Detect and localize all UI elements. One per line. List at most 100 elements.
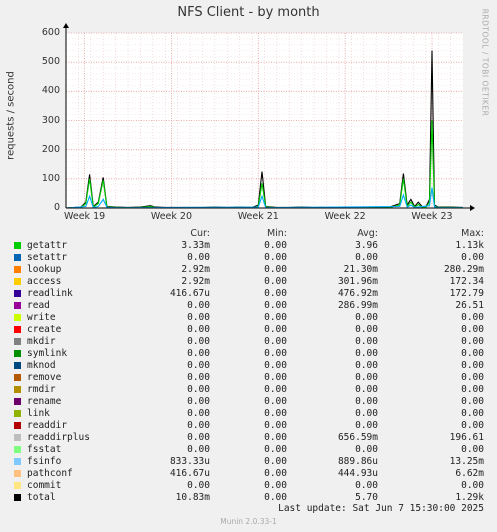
legend-row: create 0.00 0.00 0.00 0.00 <box>0 324 497 336</box>
legend-value-max: 0.00 <box>461 384 484 395</box>
legend-swatch <box>14 242 21 249</box>
legend-swatch <box>14 326 21 333</box>
legend-swatch <box>14 290 21 297</box>
legend-value-max: 26.51 <box>455 300 484 311</box>
legend-series-name: fsstat <box>27 444 62 455</box>
legend-value-min: 0.00 <box>264 480 287 491</box>
legend-value-avg: 0.00 <box>355 420 378 431</box>
legend-swatch <box>14 398 21 405</box>
legend-row: remove 0.00 0.00 0.00 0.00 <box>0 372 497 384</box>
legend-value-min: 0.00 <box>264 348 287 359</box>
legend-series-name: fsinfo <box>27 456 62 467</box>
legend-series-name: remove <box>27 372 62 383</box>
legend-series-name: link <box>27 408 50 419</box>
graph-title: NFS Client - by month <box>177 5 320 20</box>
legend-series-name: commit <box>27 480 62 491</box>
legend-value-max: 0.00 <box>461 348 484 359</box>
legend-swatch <box>14 386 21 393</box>
munin-footer: Munin 2.0.33-1 <box>220 517 277 526</box>
legend-row: setattr 0.00 0.00 0.00 0.00 <box>0 252 497 264</box>
legend-value-max: 0.00 <box>461 336 484 347</box>
legend-swatch <box>14 446 21 453</box>
legend-series-name: lookup <box>27 264 62 275</box>
legend-series-name: pathconf <box>27 468 73 479</box>
legend-row: access 2.92m 0.00 301.96m 172.34 <box>0 276 497 288</box>
y-tick-label: 600 <box>41 27 60 38</box>
legend-value-max: 0.00 <box>461 480 484 491</box>
legend-series-name: readdirplus <box>27 432 90 443</box>
legend-swatch <box>14 350 21 357</box>
legend-value-avg: 5.70 <box>355 492 378 503</box>
legend-row: commit 0.00 0.00 0.00 0.00 <box>0 480 497 492</box>
legend-row: rmdir 0.00 0.00 0.00 0.00 <box>0 384 497 396</box>
legend-value-min: 0.00 <box>264 468 287 479</box>
legend-column-header: Min: <box>266 228 287 239</box>
legend-value-avg: 0.00 <box>355 396 378 407</box>
legend-series-name: create <box>27 324 62 335</box>
y-tick-label: 100 <box>41 172 60 184</box>
legend-value-min: 0.00 <box>264 288 287 299</box>
legend-series-name: readdir <box>27 420 68 431</box>
legend-value-avg: 21.30m <box>343 264 378 275</box>
y-tick-label: 500 <box>41 56 60 68</box>
legend-value-max: 172.79 <box>449 288 484 299</box>
legend-series-name: read <box>27 300 50 311</box>
y-axis-arrow <box>63 23 69 28</box>
legend-row: readdirplus 0.00 0.00 656.59m 196.61 <box>0 432 497 444</box>
legend-value-max: 0.00 <box>461 444 484 455</box>
legend-value-max: 0.00 <box>461 312 484 323</box>
legend-swatch <box>14 494 21 501</box>
legend-value-avg: 3.96 <box>355 240 378 251</box>
legend-value-avg: 301.96m <box>337 276 378 287</box>
legend-value-avg: 0.00 <box>355 408 378 419</box>
legend-value-max: 0.00 <box>461 360 484 371</box>
legend-value-min: 0.00 <box>264 444 287 455</box>
legend-value-min: 0.00 <box>264 408 287 419</box>
legend-value-avg: 0.00 <box>355 336 378 347</box>
legend-swatch <box>14 470 21 477</box>
legend-swatch <box>14 254 21 261</box>
legend-series-name: getattr <box>27 240 68 251</box>
legend-swatch <box>14 362 21 369</box>
legend-row: rename 0.00 0.00 0.00 0.00 <box>0 396 497 408</box>
legend-value-avg: 0.00 <box>355 324 378 335</box>
legend-value-min: 0.00 <box>264 240 287 251</box>
legend-value-max: 0.00 <box>461 396 484 407</box>
legend-row: write 0.00 0.00 0.00 0.00 <box>0 312 497 324</box>
legend-row: symlink 0.00 0.00 0.00 0.00 <box>0 348 497 360</box>
legend-value-avg: 0.00 <box>355 252 378 263</box>
legend-series-name: mknod <box>27 360 56 371</box>
legend-value-avg: 0.00 <box>355 348 378 359</box>
legend-swatch <box>14 314 21 321</box>
legend-value-min: 0.00 <box>264 360 287 371</box>
legend-value-avg: 0.00 <box>355 312 378 323</box>
legend-swatch <box>14 410 21 417</box>
x-tick-label: Week 19 <box>64 211 106 222</box>
legend-value-max: 0.00 <box>461 420 484 431</box>
legend-value-avg: 476.92m <box>337 288 378 299</box>
legend-series-name: write <box>27 312 56 323</box>
legend-value-max: 1.13k <box>455 240 484 251</box>
legend-row: mknod 0.00 0.00 0.00 0.00 <box>0 360 497 372</box>
legend-value-min: 0.00 <box>264 252 287 263</box>
x-tick-label: Week 23 <box>411 211 453 222</box>
legend-value-min: 0.00 <box>264 492 287 503</box>
legend-value-min: 0.00 <box>264 396 287 407</box>
legend-value-avg: 0.00 <box>355 372 378 383</box>
legend-row: readlink 416.67u 0.00 476.92m 172.79 <box>0 288 497 300</box>
legend-value-min: 0.00 <box>264 300 287 311</box>
legend-row: read 0.00 0.00 286.99m 26.51 <box>0 300 497 312</box>
legend-series-name: rmdir <box>27 384 56 395</box>
legend-value-min: 0.00 <box>264 420 287 431</box>
legend-value-max: 1.29k <box>455 492 484 503</box>
legend-value-max: 0.00 <box>461 252 484 263</box>
last-update: Last update: Sat Jun 7 15:30:00 2025 <box>278 503 484 514</box>
legend-swatch <box>14 266 21 273</box>
legend-value-avg: 444.93u <box>337 468 378 479</box>
legend-value-min: 0.00 <box>264 456 287 467</box>
legend-value-max: 280.29m <box>443 264 484 275</box>
legend-value-max: 0.00 <box>461 324 484 335</box>
legend-row: readdir 0.00 0.00 0.00 0.00 <box>0 420 497 432</box>
legend-row: pathconf 416.67u 0.00 444.93u 6.62m <box>0 468 497 480</box>
y-tick-label: 200 <box>41 143 60 155</box>
